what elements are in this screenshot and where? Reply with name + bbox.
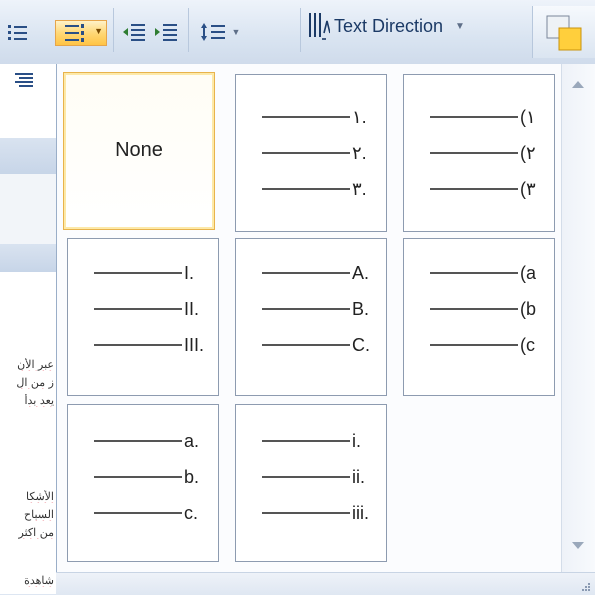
numbering-library-gallery: None ١. ٢. ٣. (١ (٢ (٣ I. II. III. A. B.… bbox=[56, 64, 595, 594]
tile-none[interactable]: None bbox=[63, 72, 215, 230]
ribbon-paragraph-group: ▼ ▼ Text Direction ▼ bbox=[0, 0, 595, 65]
text-direction-label: Text Direction bbox=[334, 15, 444, 36]
ribbon-separator bbox=[113, 8, 114, 52]
list-item: I. bbox=[78, 261, 206, 285]
none-label: None bbox=[115, 139, 163, 161]
tile-lower-alpha-paren[interactable]: (a (b (c bbox=[403, 238, 555, 396]
text-direction-button[interactable]: Text Direction ▼ bbox=[308, 6, 465, 46]
numbering-button[interactable]: ▼ bbox=[55, 20, 107, 46]
increase-indent-icon bbox=[155, 24, 177, 41]
document-line: السباح bbox=[24, 508, 54, 521]
list-item: ١. bbox=[246, 105, 374, 129]
strip-band bbox=[0, 244, 56, 272]
tile-lower-roman[interactable]: i. ii. iii. bbox=[235, 404, 387, 562]
bullets-button[interactable] bbox=[4, 20, 32, 44]
document-line: عبر الأن bbox=[17, 358, 54, 371]
list-item: i. bbox=[246, 429, 374, 453]
document-strip: عبر الأن ز من ال يعد بدأ الأشكا السباح م… bbox=[0, 64, 56, 594]
document-line: ز من ال bbox=[16, 376, 54, 389]
line-spacing-dropdown-arrow-icon[interactable]: ▼ bbox=[232, 27, 241, 37]
gallery-scrollbar[interactable] bbox=[561, 64, 595, 594]
tile-arabic-indic-dot[interactable]: ١. ٢. ٣. bbox=[235, 74, 387, 232]
shape-fill-icon bbox=[546, 15, 582, 51]
document-line: شاهدة bbox=[24, 574, 54, 587]
shapes-corner-button[interactable] bbox=[532, 6, 595, 58]
list-item: II. bbox=[78, 297, 206, 321]
gallery-footer bbox=[56, 572, 595, 595]
ribbon-separator bbox=[300, 8, 301, 52]
list-item: B. bbox=[246, 297, 374, 321]
ribbon-separator bbox=[188, 8, 189, 52]
list-item: (a bbox=[414, 261, 542, 285]
decrease-indent-button[interactable] bbox=[120, 20, 148, 44]
list-item: (٢ bbox=[414, 141, 542, 165]
list-item: C. bbox=[246, 333, 374, 357]
list-item: (c bbox=[414, 333, 542, 357]
document-line: يعد بدأ bbox=[24, 394, 54, 407]
document-line: الأشكا bbox=[26, 490, 54, 503]
tile-arabic-indic-paren[interactable]: (١ (٢ (٣ bbox=[403, 74, 555, 232]
line-spacing-button[interactable]: ▼ bbox=[196, 20, 244, 44]
align-right-icon[interactable] bbox=[14, 72, 36, 88]
text-direction-dropdown-arrow-icon[interactable]: ▼ bbox=[455, 21, 465, 32]
scroll-down-arrow-icon[interactable] bbox=[572, 542, 584, 550]
decrease-indent-icon bbox=[123, 24, 145, 41]
list-item: c. bbox=[78, 501, 206, 525]
increase-indent-button[interactable] bbox=[152, 20, 180, 44]
resize-grip-icon[interactable] bbox=[581, 582, 591, 592]
numbering-icon bbox=[65, 24, 84, 42]
tile-upper-alpha[interactable]: A. B. C. bbox=[235, 238, 387, 396]
numbering-dropdown-arrow-icon[interactable]: ▼ bbox=[94, 26, 103, 36]
list-item: A. bbox=[246, 261, 374, 285]
list-item: ii. bbox=[246, 465, 374, 489]
bullets-icon bbox=[8, 25, 27, 40]
list-item: (b bbox=[414, 297, 542, 321]
strip-band bbox=[0, 174, 56, 244]
list-item: (١ bbox=[414, 105, 542, 129]
list-item: b. bbox=[78, 465, 206, 489]
document-line: من اكثر bbox=[18, 526, 54, 539]
tile-upper-roman[interactable]: I. II. III. bbox=[67, 238, 219, 396]
list-item: III. bbox=[78, 333, 206, 357]
list-item: ٢. bbox=[246, 141, 374, 165]
tile-lower-alpha[interactable]: a. b. c. bbox=[67, 404, 219, 562]
scroll-up-arrow-icon[interactable] bbox=[572, 80, 584, 88]
text-direction-icon bbox=[309, 13, 330, 40]
list-item: (٣ bbox=[414, 177, 542, 201]
strip-band bbox=[0, 138, 56, 174]
list-item: ٣. bbox=[246, 177, 374, 201]
list-item: a. bbox=[78, 429, 206, 453]
list-item: iii. bbox=[246, 501, 374, 525]
line-spacing-icon bbox=[200, 23, 225, 41]
